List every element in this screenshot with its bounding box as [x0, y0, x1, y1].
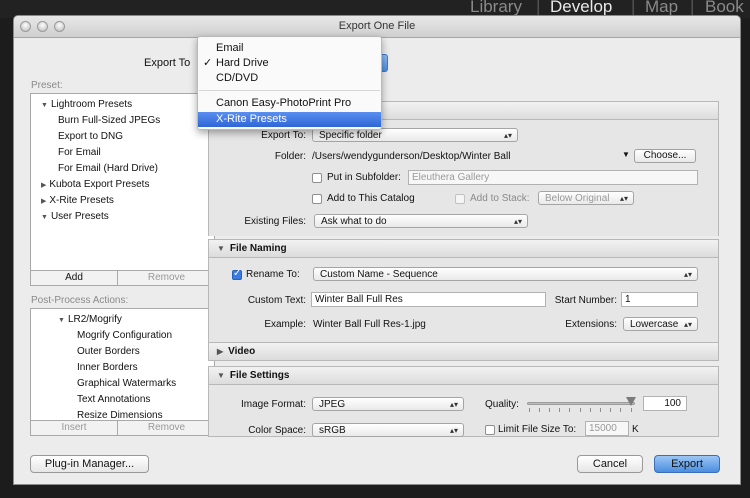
preset-label: Preset: [31, 80, 63, 91]
slider-thumb[interactable] [626, 397, 636, 406]
post-process-buttons: Insert Remove [30, 421, 215, 436]
folder-path: /Users/wendygunderson/Desktop/Winter Bal… [312, 151, 511, 162]
add-stack-label: Add to Stack: [470, 193, 530, 204]
preset-item[interactable]: Export to DNG [58, 131, 123, 142]
existing-files-label: Existing Files: [244, 216, 306, 227]
post-process-item[interactable]: Mogrify Configuration [77, 330, 172, 341]
add-preset-button[interactable]: Add [31, 271, 118, 285]
post-process-group[interactable]: ▼ LR2/Mogrify [58, 314, 122, 325]
quality-label: Quality: [485, 399, 519, 410]
location-export-to-label: Export To: [261, 130, 306, 141]
stepper-arrows-icon: ▴▾ [683, 270, 692, 279]
expanded-triangle-icon: ▼ [41, 102, 48, 109]
post-process-item[interactable]: Resize Dimensions [77, 410, 163, 420]
stepper-arrows-icon: ▴▾ [619, 194, 628, 203]
start-number-input[interactable]: 1 [621, 292, 698, 307]
export-button[interactable]: Export [654, 455, 720, 473]
limit-size-input[interactable]: 15000 [585, 421, 629, 436]
rename-template-select[interactable]: Custom Name - Sequence ▴▾ [313, 267, 698, 281]
preset-list: ▼ Lightroom Presets Burn Full-Sized JPEGs… [30, 93, 215, 271]
subfolder-input[interactable]: Eleuthera Gallery [408, 170, 698, 185]
menu-item-xrite-presets[interactable]: X-Rite Presets [198, 112, 381, 127]
post-process-list: ▼ LR2/Mogrify Mogrify Configuration Outer… [30, 308, 215, 421]
cancel-button[interactable]: Cancel [577, 455, 643, 473]
window-title: Export One File [338, 20, 416, 32]
preset-item[interactable]: For Email [58, 147, 101, 158]
start-number-label: Start Number: [554, 295, 617, 306]
expanded-triangle-icon: ▼ [217, 371, 225, 380]
file-settings-header[interactable]: ▼ File Settings [208, 366, 719, 385]
preset-item[interactable]: Burn Full-Sized JPEGs [58, 115, 160, 126]
menu-item-canon[interactable]: Canon Easy-PhotoPrint Pro [198, 96, 381, 111]
rename-label: Rename To: [246, 269, 300, 280]
add-stack-checkbox[interactable] [455, 194, 465, 204]
extensions-label: Extensions: [565, 319, 617, 330]
preset-group-kubota[interactable]: ▶ Kubota Export Presets [41, 179, 149, 190]
example-filename: Winter Ball Full Res-1.jpg [313, 319, 426, 330]
file-naming-header[interactable]: ▼ File Naming [208, 239, 719, 258]
choose-folder-button[interactable]: Choose... [634, 149, 696, 163]
existing-files-select[interactable]: Ask what to do ▴▾ [314, 214, 528, 228]
preset-item[interactable]: For Email (Hard Drive) [58, 163, 158, 174]
video-header[interactable]: ▶ Video [208, 342, 719, 361]
menu-separator [199, 90, 380, 91]
collapsed-triangle-icon: ▶ [41, 182, 47, 189]
insert-action-button[interactable]: Insert [31, 421, 118, 435]
collapsed-triangle-icon: ▶ [41, 198, 47, 205]
quality-input[interactable]: 100 [643, 396, 687, 411]
add-catalog-label: Add to This Catalog [327, 193, 415, 204]
custom-text-input[interactable]: Winter Ball Full Res [311, 292, 546, 307]
stepper-arrows-icon: ▴▾ [449, 400, 458, 409]
image-format-label: Image Format: [240, 399, 306, 410]
subfolder-checkbox[interactable] [312, 173, 322, 183]
expanded-triangle-icon: ▼ [217, 244, 225, 253]
folder-dropdown-icon[interactable]: ▼ [622, 150, 630, 159]
stepper-arrows-icon: ▴▾ [449, 426, 458, 435]
preset-group-user[interactable]: ▼ User Presets [41, 211, 109, 222]
add-catalog-checkbox[interactable] [312, 194, 322, 204]
image-format-select[interactable]: JPEG ▴▾ [312, 397, 464, 411]
title-bar: Export One File [14, 16, 740, 38]
limit-size-unit: K [632, 424, 639, 435]
post-process-item[interactable]: Text Annotations [77, 394, 150, 405]
post-process-item[interactable]: Inner Borders [77, 362, 138, 373]
post-process-item[interactable]: Graphical Watermarks [77, 378, 176, 389]
rename-checkbox[interactable] [232, 268, 242, 280]
checkmark-icon: ✓ [203, 57, 213, 69]
location-export-to-select[interactable]: Specific folder ▴▾ [312, 128, 518, 142]
preset-group-xrite[interactable]: ▶ X-Rite Presets [41, 195, 114, 206]
menu-item-hard-drive[interactable]: ✓ Hard Drive [198, 56, 381, 71]
post-process-item[interactable]: Outer Borders [77, 346, 140, 357]
limit-size-checkbox[interactable] [485, 425, 495, 435]
menu-item-cd-dvd[interactable]: CD/DVD [198, 71, 381, 86]
plugin-manager-button[interactable]: Plug-in Manager... [30, 455, 149, 473]
stepper-arrows-icon: ▴▾ [513, 217, 522, 226]
color-space-select[interactable]: sRGB ▴▾ [312, 423, 464, 437]
menu-item-email[interactable]: Email [198, 41, 381, 56]
color-space-label: Color Space: [248, 425, 306, 436]
extensions-select[interactable]: Lowercase ▴▾ [623, 317, 698, 331]
stack-position-select[interactable]: Below Original ▴▾ [538, 191, 634, 205]
expanded-triangle-icon: ▼ [41, 214, 48, 221]
collapsed-triangle-icon: ▶ [217, 347, 224, 356]
subfolder-label: Put in Subfolder: [327, 172, 401, 183]
limit-size-label: Limit File Size To: [498, 424, 577, 435]
preset-buttons: Add Remove [30, 271, 215, 286]
custom-text-label: Custom Text: [247, 295, 306, 306]
export-to-menu: Email ✓ Hard Drive CD/DVD Canon Easy-Phot… [197, 36, 382, 130]
example-label: Example: [264, 319, 306, 330]
remove-action-button[interactable]: Remove [118, 421, 215, 435]
remove-preset-button[interactable]: Remove [118, 271, 215, 285]
post-process-label: Post-Process Actions: [31, 295, 129, 306]
export-to-label: Export To [144, 57, 191, 69]
preset-group-lightroom[interactable]: ▼ Lightroom Presets [41, 99, 132, 110]
stepper-arrows-icon: ▴▾ [503, 131, 512, 140]
folder-label: Folder: [274, 151, 306, 162]
stepper-arrows-icon: ▴▾ [683, 320, 692, 329]
expanded-triangle-icon: ▼ [58, 317, 65, 324]
quality-slider[interactable] [527, 394, 639, 414]
